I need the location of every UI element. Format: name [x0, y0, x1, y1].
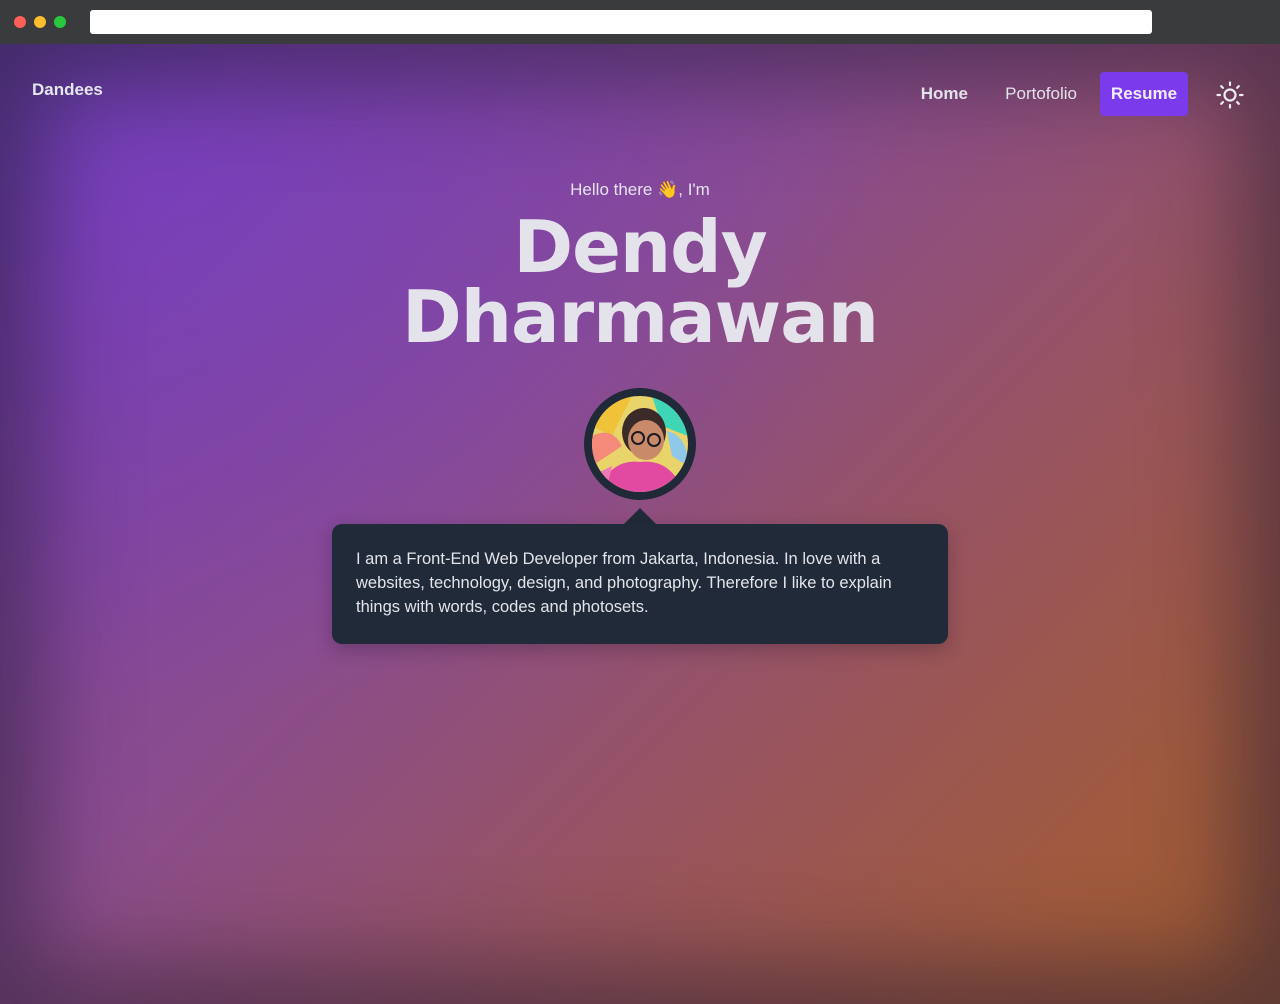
hero-name-last: Dharmawan [401, 275, 879, 359]
nav-portfolio-link[interactable]: Portofolio [1005, 72, 1077, 116]
main-nav: Home Portofolio Resume [0, 72, 1280, 116]
bio-text: I am a Front-End Web Developer from Jaka… [356, 550, 892, 616]
browser-chrome [0, 0, 1280, 44]
maximize-window-button[interactable] [54, 16, 66, 28]
theme-toggle-button[interactable] [1216, 81, 1244, 109]
resume-button[interactable]: Resume [1100, 72, 1188, 116]
page: Dandees Home Portofolio Resume Hello the… [0, 44, 1280, 1004]
bio-speech-bubble: I am a Front-End Web Developer from Jaka… [332, 524, 948, 644]
greeting-text: Hello there 👋, I'm [570, 180, 710, 199]
hero-name: Dendy Dharmawan [0, 211, 1280, 353]
sun-icon [1216, 81, 1244, 109]
close-window-button[interactable] [14, 16, 26, 28]
avatar-photo [592, 396, 688, 492]
avatar [584, 388, 696, 500]
minimize-window-button[interactable] [34, 16, 46, 28]
address-bar[interactable] [90, 10, 1152, 34]
nav-home-link[interactable]: Home [921, 72, 968, 116]
speech-bubble-arrow [624, 508, 656, 524]
